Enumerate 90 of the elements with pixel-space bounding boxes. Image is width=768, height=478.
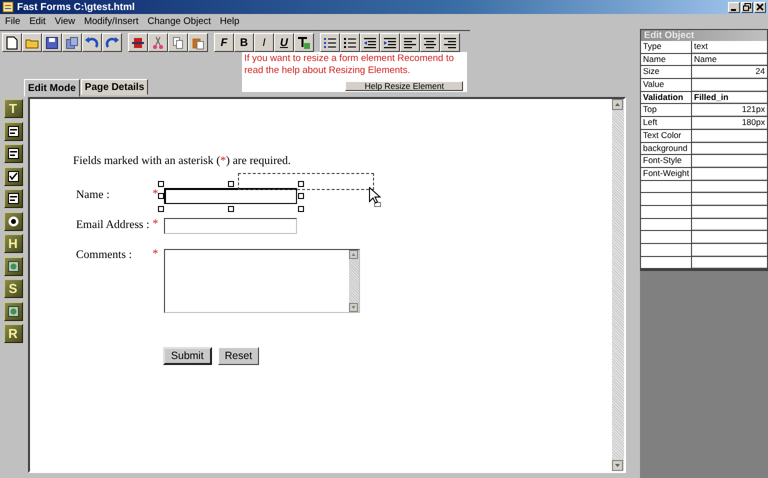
menu-item[interactable]: Edit [29, 16, 46, 27]
undo-icon[interactable] [82, 33, 102, 52]
property-name: Top [641, 104, 691, 116]
canvas-scrollbar[interactable] [612, 99, 624, 471]
property-value[interactable]: Name [692, 54, 767, 66]
align-left-icon[interactable] [400, 33, 420, 52]
property-name: background [641, 142, 691, 154]
menu-item[interactable]: View [54, 16, 76, 27]
property-value[interactable]: 121px [692, 104, 767, 116]
app-icon [2, 1, 14, 13]
property-name: Font-Weight [641, 168, 691, 180]
field-label: Email Address : [76, 218, 150, 231]
indent-icon[interactable] [380, 33, 400, 52]
checkbox-icon[interactable] [4, 166, 22, 186]
property-name: Validation [641, 92, 691, 104]
bulleted-list-icon[interactable] [340, 33, 360, 52]
close-icon [756, 3, 764, 11]
tool-button[interactable]: R [4, 324, 22, 343]
menu-item[interactable]: Help [220, 16, 240, 27]
close-button[interactable] [754, 2, 766, 12]
numbered-list-icon[interactable] [320, 33, 340, 52]
menu-item[interactable]: Change Object [148, 16, 211, 27]
cut-icon[interactable] [148, 33, 168, 52]
tool-button[interactable]: S [4, 279, 22, 298]
required-notice: Fields marked with an asterisk (*) are required. [73, 155, 292, 167]
resize-handle[interactable] [158, 206, 164, 212]
copy-icon[interactable] [168, 33, 188, 52]
property-value[interactable] [692, 130, 767, 142]
text-style-icon[interactable] [294, 33, 314, 52]
text-field-icon[interactable] [4, 122, 22, 140]
help-button[interactable]: Help Resize Element [345, 81, 464, 91]
tab[interactable]: Edit Mode [24, 79, 80, 97]
property-value[interactable] [692, 142, 767, 154]
new-document-icon[interactable] [2, 33, 22, 52]
input-field[interactable] [164, 188, 298, 204]
minimize-button[interactable] [728, 2, 740, 12]
image-icon[interactable] [4, 256, 22, 276]
window-title: Fast Forms C:\gtest.html [17, 2, 136, 12]
maximize-button[interactable] [741, 2, 753, 12]
format-button[interactable]: B [234, 33, 254, 52]
property-value[interactable]: Filled_in [692, 92, 767, 104]
tool-button[interactable]: T [4, 99, 22, 118]
tool-button[interactable]: H [4, 234, 22, 253]
comments-textarea[interactable] [164, 249, 360, 313]
property-name: Text Color [641, 130, 691, 142]
format-button[interactable]: U [274, 33, 294, 52]
required-mark: * [152, 188, 158, 200]
format-button[interactable]: F [214, 33, 234, 52]
property-name: Font-Style [641, 155, 691, 167]
align-center-icon[interactable] [420, 33, 440, 52]
folder-icon[interactable] [22, 33, 42, 52]
property-value[interactable]: 180px [692, 117, 767, 129]
format-button[interactable]: I [254, 33, 274, 52]
form-button[interactable]: Submit [163, 347, 212, 365]
form-button[interactable]: Reset [218, 347, 260, 365]
property-name: Type [641, 41, 691, 53]
resize-handle[interactable] [228, 181, 234, 187]
scroll-down-icon[interactable] [612, 460, 623, 471]
hint-text: If you want to resize a form element Recomend to read the help about Resizing Elements. [244, 53, 455, 77]
input-field[interactable] [164, 218, 298, 234]
scrollbar[interactable] [349, 250, 360, 312]
field-label: Comments : [76, 248, 133, 261]
align-right-icon[interactable] [440, 33, 460, 52]
resize-handle[interactable] [298, 206, 304, 212]
outdent-icon[interactable] [360, 33, 380, 52]
radio-icon[interactable] [4, 212, 22, 230]
panel-title: Edit Object [641, 30, 767, 41]
required-mark: * [152, 218, 158, 230]
paste-icon[interactable] [188, 33, 208, 52]
menu-item[interactable]: File [5, 16, 20, 27]
restore-icon [743, 3, 751, 11]
property-name: Value [641, 79, 691, 91]
field-label: Name : [76, 188, 111, 201]
resize-handle[interactable] [228, 206, 234, 212]
save-icon[interactable] [42, 33, 62, 52]
scroll-up-icon[interactable] [349, 250, 358, 259]
scroll-up-icon[interactable] [612, 99, 623, 110]
redo-icon[interactable] [102, 33, 122, 52]
property-name: Name [641, 54, 691, 66]
menu-item[interactable]: Modify/Insert [84, 16, 138, 27]
cursor-icon [369, 187, 381, 207]
required-mark: * [152, 248, 158, 260]
property-name: Left [641, 117, 691, 129]
save-all-icon[interactable] [62, 33, 82, 52]
property-value[interactable]: text [692, 41, 767, 53]
property-value[interactable]: 24 [692, 66, 767, 78]
scroll-down-icon[interactable] [349, 303, 358, 312]
tab[interactable]: Page Details [80, 79, 148, 95]
property-value[interactable] [692, 168, 767, 180]
property-name: Size [641, 66, 691, 78]
